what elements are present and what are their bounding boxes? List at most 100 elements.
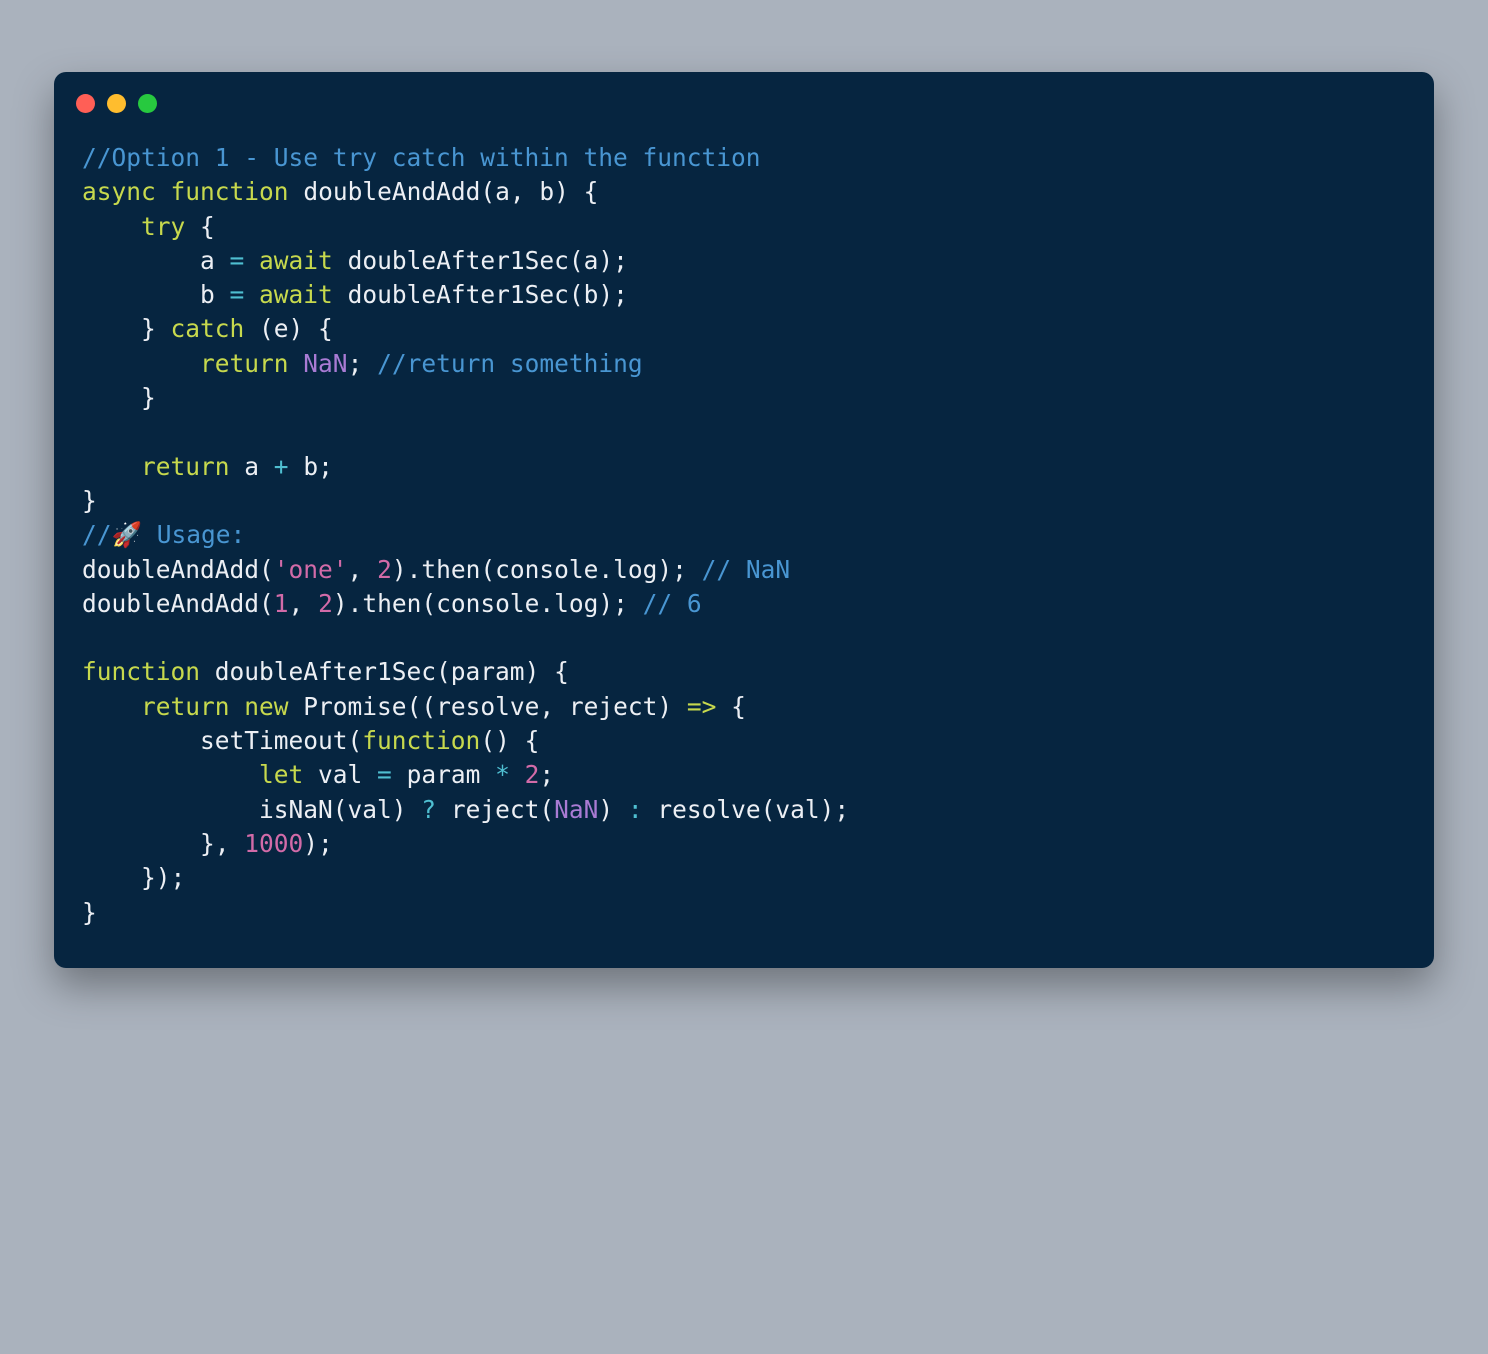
- code-comment: // 6: [643, 589, 702, 618]
- punctuation: }: [82, 486, 97, 515]
- indent: [82, 863, 141, 892]
- code-comment: //🚀 Usage:: [82, 520, 245, 549]
- punctuation: {: [185, 212, 215, 241]
- indent: [82, 314, 141, 343]
- punctuation: reject(: [436, 795, 554, 824]
- indent: [82, 246, 200, 275]
- space: [289, 349, 304, 378]
- operator: ?: [421, 795, 436, 824]
- space: [333, 246, 348, 275]
- identifier: val: [303, 760, 377, 789]
- identifier: console: [436, 589, 539, 618]
- indent: [82, 692, 141, 721]
- code-comment: // NaN: [702, 555, 791, 584]
- call: isNaN: [259, 795, 333, 824]
- keyword-await: await: [259, 280, 333, 309]
- code-content: //Option 1 - Use try catch within the fu…: [54, 119, 1434, 940]
- identifier: param: [407, 760, 496, 789]
- call: doubleAndAdd: [82, 589, 259, 618]
- function-name: doubleAfter1Sec: [200, 657, 436, 686]
- identifier: a: [584, 246, 599, 275]
- param: param: [451, 657, 525, 686]
- punctuation: ) {: [525, 657, 569, 686]
- keyword-catch: catch: [171, 314, 245, 343]
- identifier: console: [495, 555, 598, 584]
- punctuation: (: [348, 726, 363, 755]
- keyword-new: new: [230, 692, 289, 721]
- indent: [82, 383, 141, 412]
- punctuation: resolve(val);: [643, 795, 850, 824]
- punctuation: (: [259, 589, 274, 618]
- call: doubleAndAdd: [82, 555, 259, 584]
- keyword-function: function: [362, 726, 480, 755]
- operator: *: [495, 760, 510, 789]
- keyword-return: return: [200, 349, 289, 378]
- param: resolve: [436, 692, 539, 721]
- minimize-icon[interactable]: [107, 94, 126, 113]
- code-comment: //return something: [377, 349, 643, 378]
- punctuation: (val): [333, 795, 422, 824]
- keyword-async: async: [82, 177, 156, 206]
- operator: =: [230, 280, 260, 309]
- indent: [82, 452, 141, 481]
- punctuation: ,: [539, 692, 569, 721]
- number: 1000: [244, 829, 303, 858]
- code-editor-window: //Option 1 - Use try catch within the fu…: [54, 72, 1434, 968]
- indent: [82, 212, 141, 241]
- indent: [82, 795, 259, 824]
- punctuation: (: [569, 280, 584, 309]
- punctuation: (e) {: [244, 314, 333, 343]
- punctuation: },: [200, 829, 244, 858]
- punctuation: (: [569, 246, 584, 275]
- punctuation: ;: [539, 760, 554, 789]
- punctuation: () {: [480, 726, 539, 755]
- operator: =: [230, 246, 260, 275]
- punctuation: ((: [407, 692, 437, 721]
- punctuation: ): [598, 795, 628, 824]
- punctuation: );: [598, 280, 628, 309]
- arrow: =>: [687, 692, 717, 721]
- operator: +: [274, 452, 289, 481]
- indent: [82, 829, 200, 858]
- string: 'one': [274, 555, 348, 584]
- indent: [82, 349, 200, 378]
- number: 2: [318, 589, 333, 618]
- punctuation: (: [480, 177, 495, 206]
- space: [333, 280, 348, 309]
- param: a: [495, 177, 510, 206]
- operator: :: [628, 795, 643, 824]
- punctuation: }: [82, 898, 97, 927]
- keyword-let: let: [259, 760, 303, 789]
- function-name: doubleAndAdd: [303, 177, 480, 206]
- punctuation: ,: [348, 555, 378, 584]
- number: 1: [274, 589, 289, 618]
- rocket-icon: 🚀: [112, 520, 143, 549]
- close-icon[interactable]: [76, 94, 95, 113]
- indent: [82, 280, 200, 309]
- punctuation: ,: [510, 177, 540, 206]
- punctuation: ;: [348, 349, 378, 378]
- builtin-nan: NaN: [303, 349, 347, 378]
- maximize-icon[interactable]: [138, 94, 157, 113]
- punctuation: ,: [289, 589, 319, 618]
- indent: [82, 760, 259, 789]
- punctuation: }: [141, 383, 156, 412]
- builtin-nan: NaN: [554, 795, 598, 824]
- keyword-function: function: [171, 177, 289, 206]
- punctuation: ).then(: [333, 589, 436, 618]
- punctuation: ).then(: [392, 555, 495, 584]
- identifier: a: [200, 246, 230, 275]
- call: doubleAfter1Sec: [348, 280, 569, 309]
- call: doubleAfter1Sec: [348, 246, 569, 275]
- param: b: [539, 177, 554, 206]
- punctuation: );: [303, 829, 333, 858]
- punctuation: });: [141, 863, 185, 892]
- operator: =: [377, 760, 407, 789]
- identifier: a: [230, 452, 274, 481]
- punctuation: .log);: [598, 555, 701, 584]
- keyword-return: return: [141, 692, 230, 721]
- punctuation: }: [141, 314, 171, 343]
- param: reject: [569, 692, 658, 721]
- window-titlebar: [54, 72, 1434, 119]
- punctuation: );: [598, 246, 628, 275]
